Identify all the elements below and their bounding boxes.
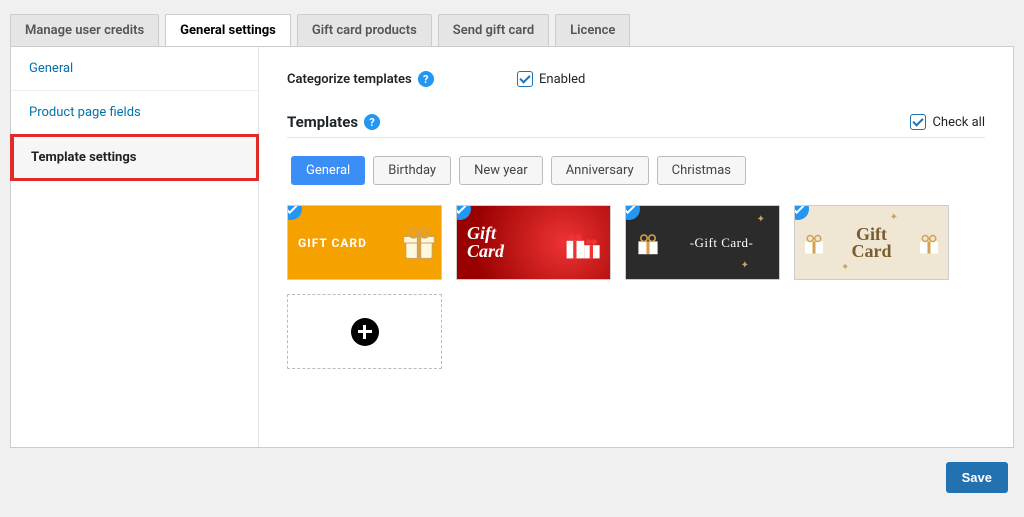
template-card-gold[interactable]: GIFT CARD	[287, 205, 442, 280]
chip-birthday[interactable]: Birthday	[373, 156, 451, 185]
check-all-checkbox[interactable]	[910, 114, 926, 130]
tab-send-gift-card[interactable]: Send gift card	[438, 14, 549, 46]
template-card-cream[interactable]: Gift Card ✦ ✦	[794, 205, 949, 280]
star-icon: ✦	[841, 262, 849, 273]
chip-christmas[interactable]: Christmas	[657, 156, 746, 185]
selected-check-icon	[287, 205, 302, 220]
plus-icon	[351, 318, 379, 346]
categorize-row: Categorize templates ? Enabled	[287, 71, 985, 87]
gift-box-icon	[560, 221, 604, 265]
tab-manage-user-credits[interactable]: Manage user credits	[10, 14, 159, 46]
chip-anniversary[interactable]: Anniversary	[551, 156, 649, 185]
star-icon: ✦	[757, 214, 765, 225]
sidebar: General Product page fields Template set…	[11, 47, 259, 447]
template-grid: GIFT CARD Gift Card	[287, 205, 985, 369]
selected-check-icon	[625, 205, 640, 220]
categorize-checkbox-label: Enabled	[539, 72, 585, 87]
template-card-red[interactable]: Gift Card	[456, 205, 611, 280]
sidebar-item-product-page-fields[interactable]: Product page fields	[11, 91, 258, 135]
panel: General Product page fields Template set…	[10, 46, 1014, 448]
sidebar-item-template-settings[interactable]: Template settings	[10, 134, 259, 181]
selected-check-icon	[456, 205, 471, 220]
star-icon: ✦	[890, 212, 898, 223]
categorize-checkbox[interactable]	[517, 71, 533, 87]
templates-section-head: Templates ? Check all	[287, 113, 985, 138]
tab-licence[interactable]: Licence	[555, 14, 630, 46]
template-text: -Gift Card-	[664, 235, 779, 251]
save-button[interactable]: Save	[946, 462, 1008, 493]
template-card-dark[interactable]: -Gift Card- ✦ ✦	[625, 205, 780, 280]
template-text: Gift Card	[457, 225, 560, 259]
check-all-label: Check all	[932, 115, 985, 130]
gift-box-icon	[397, 221, 441, 265]
chip-new-year[interactable]: New year	[459, 156, 543, 185]
selected-check-icon	[794, 205, 809, 220]
category-chips: General Birthday New year Anniversary Ch…	[291, 156, 985, 185]
star-icon: ✦	[741, 260, 749, 271]
top-tabs: Manage user credits General settings Gif…	[10, 14, 1014, 46]
gift-box-icon	[914, 228, 944, 258]
help-icon[interactable]: ?	[364, 114, 380, 130]
template-text: GIFT CARD	[288, 236, 397, 250]
add-template-button[interactable]	[287, 294, 442, 369]
footer: Save	[10, 448, 1014, 507]
tab-general-settings[interactable]: General settings	[165, 14, 291, 46]
help-icon[interactable]: ?	[418, 71, 434, 87]
sidebar-item-general[interactable]: General	[11, 47, 258, 91]
gift-box-icon	[799, 228, 829, 258]
categorize-label: Categorize templates	[287, 72, 412, 87]
gift-box-icon	[632, 227, 664, 259]
template-text: Gift Card	[829, 226, 914, 258]
templates-title: Templates	[287, 113, 358, 131]
main-content: Categorize templates ? Enabled Templates…	[259, 47, 1013, 447]
chip-general[interactable]: General	[291, 156, 365, 185]
tab-gift-card-products[interactable]: Gift card products	[297, 14, 432, 46]
